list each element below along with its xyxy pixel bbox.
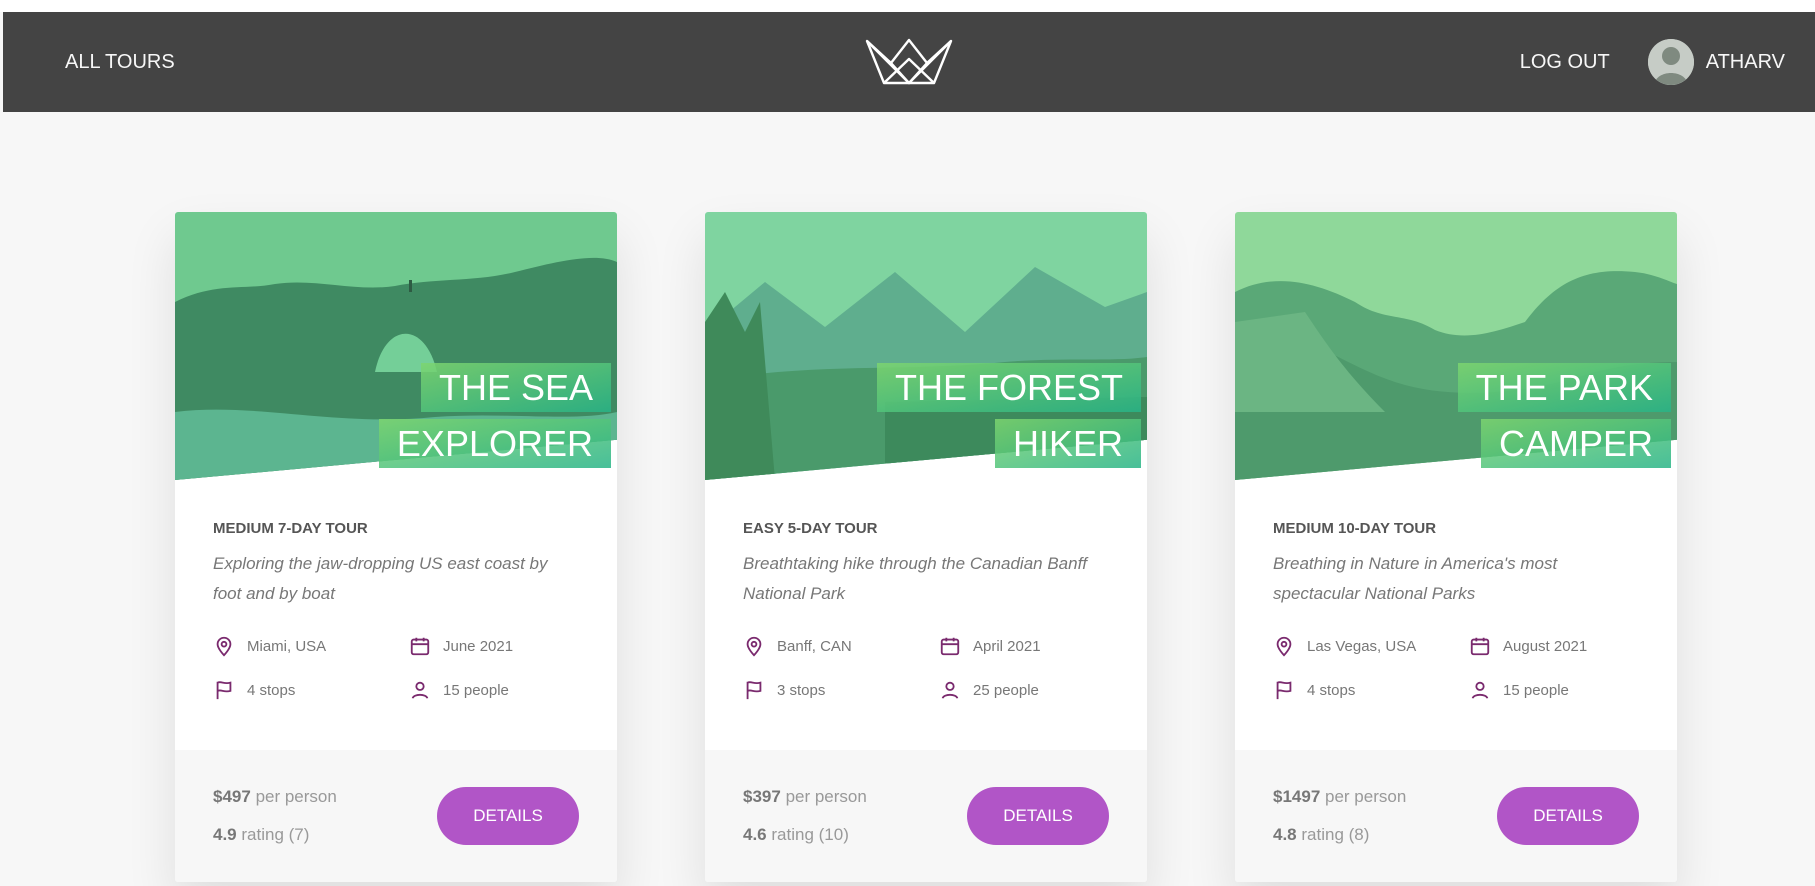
tour-summary: Breathing in Nature in America's most sp… [1273, 554, 1558, 603]
rating-suffix: rating (8) [1301, 825, 1370, 844]
tour-stops: 3 stops [743, 679, 939, 701]
price-suffix: per person [785, 787, 867, 806]
tour-title-line2: EXPLORER [378, 418, 611, 468]
tour-price: $1497 per person [1273, 787, 1406, 807]
calendar-icon [940, 637, 960, 656]
tour-card: THE PARK CAMPER MEDIUM 10-DAY TOUR Breat… [1235, 212, 1677, 882]
logout-link[interactable]: LOG OUT [1520, 51, 1610, 74]
rating-suffix: rating (10) [771, 825, 849, 844]
tour-location: Banff, CAN [743, 635, 939, 657]
location-text: Las Vegas, USA [1307, 637, 1417, 655]
card-footer: $497 per person 4.9 rating (7) DETAILS [175, 750, 617, 882]
user-icon [1471, 681, 1489, 699]
tour-date: April 2021 [939, 635, 1109, 657]
price-value: $497 [213, 787, 251, 806]
card-header: THE PARK CAMPER [1235, 212, 1677, 480]
tour-people: 25 people [939, 679, 1109, 701]
tour-cards: THE SEA EXPLORER MEDIUM 7-DAY TOUR Explo… [175, 212, 1677, 882]
location-text: Banff, CAN [777, 637, 852, 655]
map-pin-icon [746, 636, 762, 657]
tour-title-line1: THE PARK [1457, 363, 1671, 412]
tour-summary: Exploring the jaw-dropping US east coast… [213, 554, 548, 603]
people-text: 15 people [443, 681, 509, 699]
tour-stops: 4 stops [1273, 679, 1469, 701]
date-text: August 2021 [1503, 637, 1588, 655]
card-details: EASY 5-DAY TOUR Breathtaking hike throug… [705, 480, 1147, 701]
tour-location: Las Vegas, USA [1273, 635, 1469, 657]
tour-people: 15 people [1469, 679, 1639, 701]
rating-suffix: rating (7) [241, 825, 310, 844]
map-pin-icon [1276, 636, 1292, 657]
card-footer: $397 per person 4.6 rating (10) DETAILS [705, 750, 1147, 882]
tour-date: June 2021 [409, 635, 579, 657]
tour-title-line1: THE SEA [420, 363, 611, 412]
tour-title-line2: CAMPER [1480, 418, 1671, 468]
calendar-icon [410, 637, 430, 656]
tour-title: THE FOREST HIKER [841, 360, 1141, 472]
tour-title: THE SEA EXPLORER [311, 360, 611, 472]
tour-title-line2: HIKER [994, 418, 1141, 468]
tour-difficulty: MEDIUM 10-DAY TOUR [1273, 520, 1437, 537]
crown-logo-icon[interactable] [864, 37, 954, 87]
details-button[interactable]: DETAILS [1497, 787, 1639, 845]
site-header: ALL TOURS LOG OUT ATHARV [3, 12, 1815, 112]
stops-text: 4 stops [247, 681, 296, 699]
rating-value: 4.6 [743, 825, 767, 844]
rating-value: 4.8 [1273, 825, 1297, 844]
price-value: $397 [743, 787, 781, 806]
top-strip [0, 0, 1815, 12]
tour-title-line1: THE FOREST [876, 363, 1141, 412]
tour-card: THE SEA EXPLORER MEDIUM 7-DAY TOUR Explo… [175, 212, 617, 882]
price-suffix: per person [255, 787, 337, 806]
tour-difficulty: MEDIUM 7-DAY TOUR [213, 520, 368, 537]
card-footer: $1497 per person 4.8 rating (8) DETAILS [1235, 750, 1677, 882]
map-pin-icon [216, 636, 232, 657]
card-header: THE FOREST HIKER [705, 212, 1147, 480]
tour-card: THE FOREST HIKER EASY 5-DAY TOUR Breatht… [705, 212, 1147, 882]
stops-text: 3 stops [777, 681, 826, 699]
tour-title: THE PARK CAMPER [1371, 360, 1671, 472]
date-text: June 2021 [443, 637, 514, 655]
tour-stops: 4 stops [213, 679, 409, 701]
date-text: April 2021 [973, 637, 1041, 655]
flag-icon [1276, 681, 1292, 700]
tour-summary: Breathtaking hike through the Canadian B… [743, 554, 1088, 603]
tour-rating: 4.6 rating (10) [743, 825, 867, 845]
stops-text: 4 stops [1307, 681, 1356, 699]
people-text: 15 people [1503, 681, 1569, 699]
user-name[interactable]: ATHARV [1706, 51, 1785, 74]
flag-icon [746, 681, 762, 700]
tour-difficulty: EASY 5-DAY TOUR [743, 520, 878, 537]
all-tours-link[interactable]: ALL TOURS [65, 51, 175, 74]
tour-date: August 2021 [1469, 635, 1639, 657]
card-header: THE SEA EXPLORER [175, 212, 617, 480]
location-text: Miami, USA [247, 637, 327, 655]
details-button[interactable]: DETAILS [967, 787, 1109, 845]
people-text: 25 people [973, 681, 1039, 699]
tour-price: $497 per person [213, 787, 337, 807]
tour-price: $397 per person [743, 787, 867, 807]
user-icon [941, 681, 959, 699]
tour-location: Miami, USA [213, 635, 409, 657]
calendar-icon [1470, 637, 1490, 656]
tour-rating: 4.8 rating (8) [1273, 825, 1406, 845]
user-avatar[interactable] [1647, 39, 1694, 85]
details-button[interactable]: DETAILS [437, 787, 579, 845]
tour-people: 15 people [409, 679, 579, 701]
tour-rating: 4.9 rating (7) [213, 825, 337, 845]
rating-value: 4.9 [213, 825, 237, 844]
user-icon [411, 681, 429, 699]
flag-icon [216, 681, 232, 700]
user-menu[interactable]: ATHARV [1647, 39, 1785, 85]
card-details: MEDIUM 10-DAY TOUR Breathing in Nature i… [1235, 480, 1677, 701]
price-suffix: per person [1325, 787, 1407, 806]
card-details: MEDIUM 7-DAY TOUR Exploring the jaw-drop… [175, 480, 617, 701]
price-value: $1497 [1273, 787, 1321, 806]
